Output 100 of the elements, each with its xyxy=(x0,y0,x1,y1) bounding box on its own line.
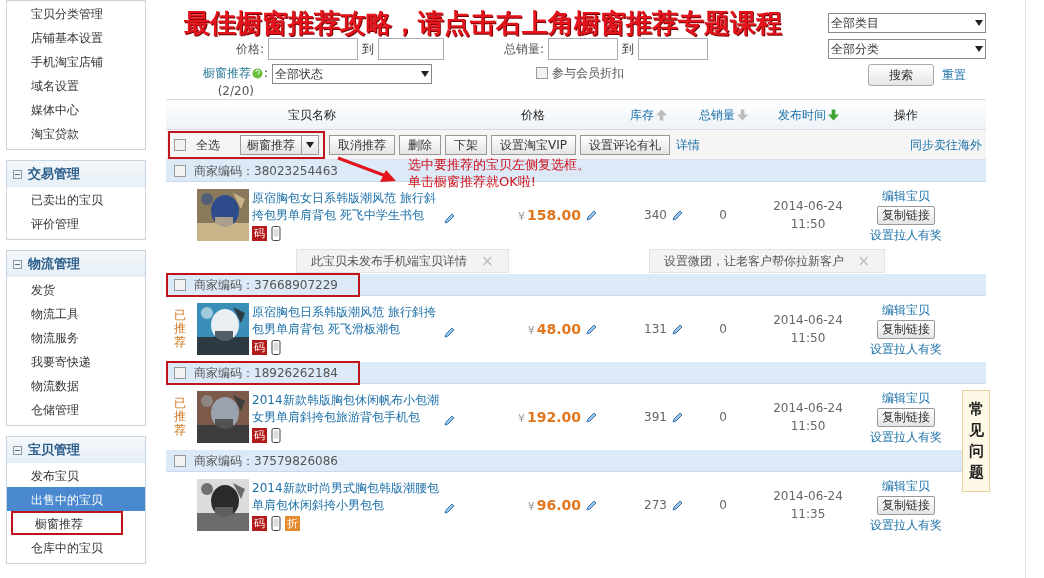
sales-max-field[interactable] xyxy=(638,38,708,60)
sidebar-group-header[interactable]: 宝贝管理 xyxy=(7,437,145,463)
sync-overseas-link[interactable]: 同步卖往海外 xyxy=(910,135,982,154)
copy-link-button[interactable]: 复制链接 xyxy=(877,495,935,515)
reset-link[interactable]: 重置 xyxy=(942,64,966,86)
pencil-icon[interactable] xyxy=(585,208,598,222)
code-badge: 码 xyxy=(252,225,267,241)
edit-item-link[interactable]: 编辑宝贝 xyxy=(882,300,930,319)
details-link[interactable]: 详情 xyxy=(676,135,700,154)
sidebar-item[interactable]: 店铺基本设置 xyxy=(7,25,145,49)
item-title-link[interactable]: 原宿胸包女日系韩版潮风范 旅行斜挎包男单肩背包 死飞中学生书包 xyxy=(252,189,440,224)
pencil-icon[interactable] xyxy=(671,322,684,336)
phone-icon xyxy=(271,427,281,443)
copy-link-button[interactable]: 复制链接 xyxy=(877,205,935,225)
toolbar-button[interactable]: 设置淘宝VIP xyxy=(491,134,576,155)
collapse-icon[interactable] xyxy=(13,169,22,179)
edit-item-link[interactable]: 编辑宝贝 xyxy=(882,388,930,407)
item-title-link[interactable]: 2014新款韩版胸包休闲帆布小包潮女男单肩斜挎包旅游背包手机包 xyxy=(252,391,440,426)
checkbox[interactable] xyxy=(174,454,186,467)
item-title-link[interactable]: 2014新款时尚男式胸包韩版潮腰包单肩包休闲斜挎小男包包 xyxy=(252,479,440,514)
merchant-code: 商家编码：37668907229 xyxy=(194,276,338,294)
showcase-dropdown-button[interactable]: 橱窗推荐 xyxy=(240,134,319,155)
publish-date: 2014-06-24 xyxy=(773,488,843,505)
copy-link-button[interactable]: 复制链接 xyxy=(877,407,935,427)
sales-min-field[interactable] xyxy=(548,38,618,60)
checkbox[interactable] xyxy=(174,138,186,151)
sidebar-item[interactable]: 评价管理 xyxy=(7,211,145,235)
recommended-status: 已推荐 xyxy=(174,397,186,437)
checkbox[interactable] xyxy=(174,366,186,379)
range-label: 到 xyxy=(621,41,635,58)
sidebar-item[interactable]: 仓储管理 xyxy=(7,397,145,421)
pencil-icon[interactable] xyxy=(443,325,456,339)
checkbox[interactable] xyxy=(174,278,186,291)
pencil-icon[interactable] xyxy=(671,498,684,512)
sidebar-group-header[interactable]: 交易管理 xyxy=(7,161,145,187)
hint-text: 此宝贝未发布手机端宝贝详情 xyxy=(311,253,467,270)
referral-reward-link[interactable]: 设置拉人有奖 xyxy=(870,225,942,244)
pencil-icon[interactable] xyxy=(671,208,684,222)
sidebar-item[interactable]: 宝贝分类管理 xyxy=(7,1,145,25)
column-header[interactable]: 发布时间 xyxy=(777,105,826,124)
collapse-icon[interactable] xyxy=(13,445,22,455)
annotation-text: 选中要推荐的宝贝左侧复选框。 xyxy=(408,156,590,173)
sidebar-item[interactable]: 物流数据 xyxy=(7,373,145,397)
showcase-label: 橱窗推荐 xyxy=(202,65,251,82)
checkbox[interactable] xyxy=(536,67,548,79)
toolbar-button[interactable]: 取消推荐 xyxy=(329,134,395,155)
sidebar-group-header[interactable]: 物流管理 xyxy=(7,251,145,277)
edit-item-link[interactable]: 编辑宝贝 xyxy=(882,476,930,495)
referral-reward-link[interactable]: 设置拉人有奖 xyxy=(870,515,942,534)
pencil-icon[interactable] xyxy=(585,410,598,424)
toolbar-button[interactable]: 下架 xyxy=(445,134,487,155)
sidebar-item[interactable]: 淘宝贷款 xyxy=(7,121,145,145)
sidebar-group-title: 交易管理 xyxy=(28,165,80,184)
copy-link-button[interactable]: 复制链接 xyxy=(877,319,935,339)
showcase-count: (2/20) xyxy=(217,83,255,100)
sidebar-item[interactable]: 橱窗推荐 xyxy=(11,511,123,535)
sidebar-item[interactable]: 域名设置 xyxy=(7,73,145,97)
column-header[interactable]: 库存 xyxy=(629,105,654,124)
sidebar-item[interactable]: 物流服务 xyxy=(7,325,145,349)
sidebar-item[interactable]: 物流工具 xyxy=(7,301,145,325)
pencil-icon[interactable] xyxy=(671,410,684,424)
collapse-icon[interactable] xyxy=(13,259,22,269)
toolbar-button[interactable]: 设置评论有礼 xyxy=(580,134,670,155)
price-label: 价格: xyxy=(234,41,265,58)
column-header: 操作 xyxy=(894,106,918,124)
pencil-icon[interactable] xyxy=(443,501,456,515)
sidebar-item[interactable]: 发布宝贝 xyxy=(7,463,145,487)
caret-icon xyxy=(421,71,429,77)
sidebar-item[interactable]: 媒体中心 xyxy=(7,97,145,121)
referral-reward-link[interactable]: 设置拉人有奖 xyxy=(870,427,942,446)
search-button[interactable]: 搜索 xyxy=(868,64,934,86)
member-discount-option[interactable]: 参与会员折扣 xyxy=(536,64,624,82)
checkbox[interactable] xyxy=(174,164,186,177)
item-title-link[interactable]: 原宿胸包日系韩版潮风范 旅行斜挎包男单肩背包 死飞滑板潮包 xyxy=(252,303,440,338)
sidebar-item[interactable]: 仓库中的宝贝 xyxy=(7,535,145,559)
select-all-label[interactable]: 全选 xyxy=(190,135,236,154)
column-header[interactable]: 总销量 xyxy=(698,105,735,124)
faq-tab[interactable]: 常见问题 xyxy=(962,390,990,492)
sort-down-icon[interactable] xyxy=(827,108,839,121)
pencil-icon[interactable] xyxy=(585,498,598,512)
code-badge: 码 xyxy=(252,339,267,355)
toolbar-button[interactable]: 删除 xyxy=(399,134,441,155)
referral-reward-link[interactable]: 设置拉人有奖 xyxy=(870,339,942,358)
pencil-icon[interactable] xyxy=(443,413,456,427)
sidebar-item[interactable]: 发货 xyxy=(7,277,145,301)
showcase-status-select[interactable]: 全部状态 xyxy=(272,64,432,84)
sidebar-item[interactable]: 我要寄快递 xyxy=(7,349,145,373)
shop-category-select[interactable]: 全部分类 xyxy=(828,39,986,59)
sidebar-item[interactable]: 出售中的宝贝 xyxy=(7,487,145,511)
sidebar-item[interactable]: 手机淘宝店铺 xyxy=(7,49,145,73)
price-min-field[interactable] xyxy=(268,38,358,60)
price: ¥96.00 xyxy=(527,495,581,515)
price: ¥158.00 xyxy=(517,205,581,225)
edit-item-link[interactable]: 编辑宝贝 xyxy=(882,186,930,205)
pencil-icon[interactable] xyxy=(443,211,456,225)
pencil-icon[interactable] xyxy=(585,322,598,336)
sidebar-item[interactable]: 已卖出的宝贝 xyxy=(7,187,145,211)
price-max-field[interactable] xyxy=(378,38,444,60)
category-select[interactable]: 全部类目 xyxy=(828,13,986,33)
phone-icon xyxy=(271,339,281,355)
